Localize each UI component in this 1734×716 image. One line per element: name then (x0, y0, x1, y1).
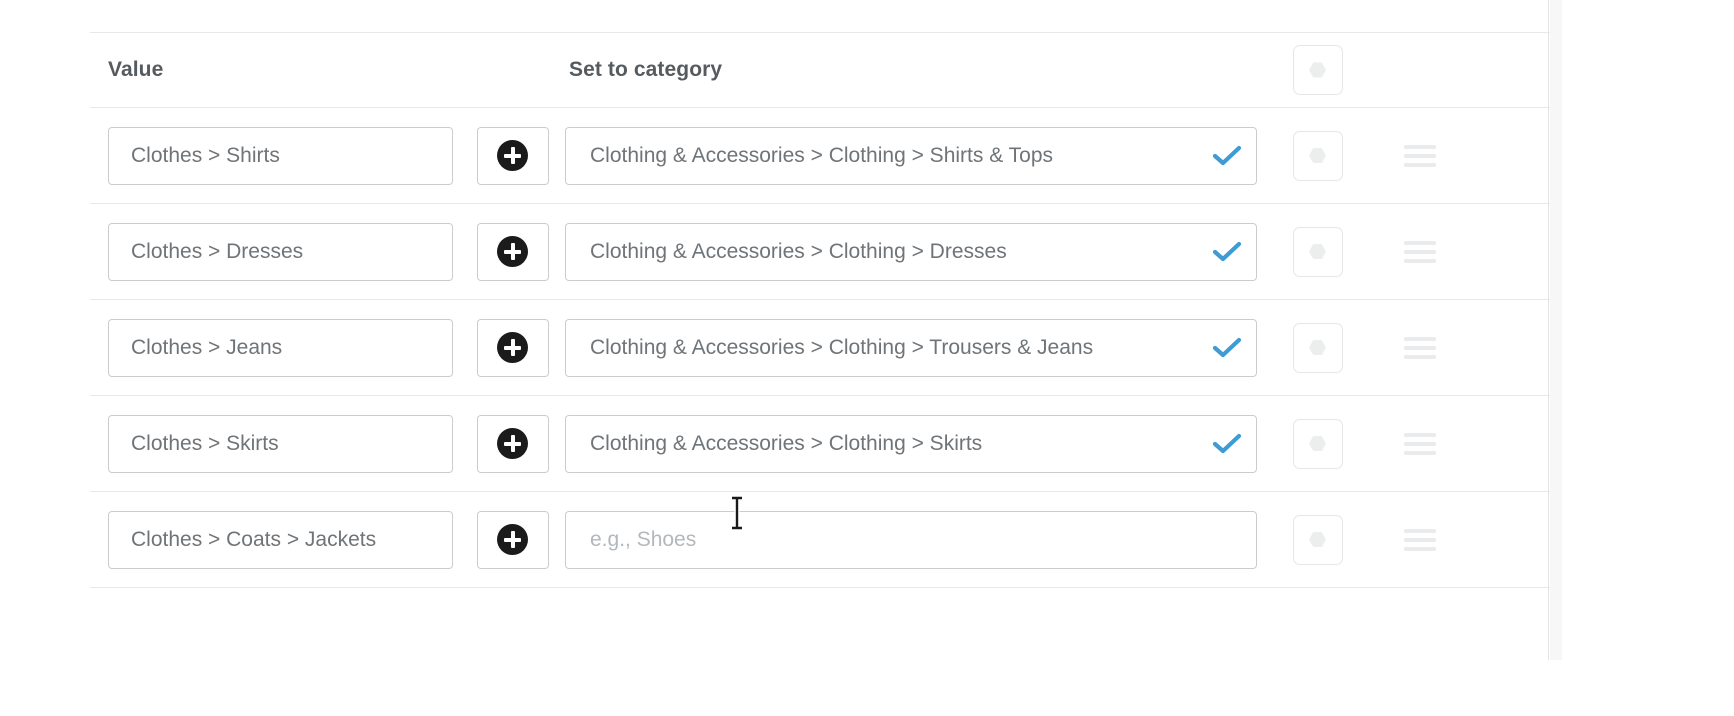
dot-hexagon-icon (1309, 244, 1326, 259)
table-row: Clothes > Jeans Clothing & Accessories >… (90, 300, 1550, 396)
row-category-cell: Clothing & Accessories > Clothing > Shir… (565, 126, 1265, 185)
row-add-cell (460, 414, 565, 473)
drag-handle-icon[interactable] (1404, 240, 1436, 263)
row-category-cell: e.g., Shoes (565, 510, 1265, 569)
table-header-row: Value Set to category (90, 33, 1550, 108)
category-mapping-panel: Value Set to category Clothes > Shirts C… (0, 0, 1562, 716)
plus-circle-icon (497, 332, 528, 363)
plus-circle-icon (497, 236, 528, 267)
dot-hexagon-icon (1309, 340, 1326, 355)
row-category-cell: Clothing & Accessories > Clothing > Trou… (565, 318, 1265, 377)
category-input[interactable]: Clothing & Accessories > Clothing > Dres… (565, 222, 1257, 281)
value-input-text: Clothes > Dresses (131, 239, 304, 263)
row-toggle-cell (1265, 322, 1370, 373)
value-input[interactable]: Clothes > Skirts (108, 414, 453, 473)
row-add-cell (460, 318, 565, 377)
value-input[interactable]: Clothes > Coats > Jackets (108, 510, 453, 569)
table-row: Clothes > Shirts Clothing & Accessories … (90, 108, 1550, 204)
table-row: Clothes > Dresses Clothing & Accessories… (90, 204, 1550, 300)
table-row: Clothes > Coats > Jackets e.g., Shoes (90, 492, 1550, 588)
table-row: Clothes > Skirts Clothing & Accessories … (90, 396, 1550, 492)
row-select-toggle-button[interactable] (1292, 130, 1343, 181)
row-handle-cell (1370, 240, 1470, 263)
row-add-cell (460, 126, 565, 185)
drag-handle-icon[interactable] (1404, 432, 1436, 455)
row-toggle-cell (1265, 226, 1370, 277)
row-handle-cell (1370, 528, 1470, 551)
mapping-table: Value Set to category Clothes > Shirts C… (90, 32, 1550, 588)
row-toggle-cell (1265, 514, 1370, 565)
row-value-cell: Clothes > Jeans (90, 318, 460, 377)
check-icon (1202, 432, 1248, 456)
category-input-text: Clothing & Accessories > Clothing > Skir… (590, 431, 983, 455)
category-input[interactable]: Clothing & Accessories > Clothing > Trou… (565, 318, 1257, 377)
value-input[interactable]: Clothes > Dresses (108, 222, 453, 281)
check-icon (1202, 240, 1248, 264)
category-input[interactable]: Clothing & Accessories > Clothing > Skir… (565, 414, 1257, 473)
value-input-text: Clothes > Coats > Jackets (131, 527, 377, 551)
row-select-toggle-button[interactable] (1292, 226, 1343, 277)
column-header-category: Set to category (569, 58, 723, 81)
category-input-placeholder: e.g., Shoes (590, 527, 697, 551)
category-input[interactable]: e.g., Shoes (565, 510, 1257, 569)
plus-circle-icon (497, 524, 528, 555)
select-all-toggle-button[interactable] (1292, 45, 1343, 95)
row-value-cell: Clothes > Shirts (90, 126, 460, 185)
drag-handle-icon[interactable] (1404, 528, 1436, 551)
drag-handle-icon[interactable] (1404, 144, 1436, 167)
vertical-scrollbar[interactable] (1550, 0, 1562, 660)
dot-hexagon-icon (1309, 436, 1326, 451)
dot-hexagon-icon (1309, 532, 1326, 547)
row-value-cell: Clothes > Dresses (90, 222, 460, 281)
value-input-text: Clothes > Skirts (131, 431, 279, 455)
row-add-cell (460, 510, 565, 569)
category-input-text: Clothing & Accessories > Clothing > Dres… (590, 239, 1007, 263)
dot-hexagon-icon (1309, 62, 1326, 78)
row-category-cell: Clothing & Accessories > Clothing > Dres… (565, 222, 1265, 281)
drag-handle-icon[interactable] (1404, 336, 1436, 359)
column-header-category-cell: Set to category (565, 58, 1265, 82)
row-select-toggle-button[interactable] (1292, 322, 1343, 373)
row-toggle-cell (1265, 130, 1370, 181)
add-value-button[interactable] (476, 126, 549, 185)
check-icon (1202, 336, 1248, 360)
plus-circle-icon (497, 140, 528, 171)
row-add-cell (460, 222, 565, 281)
row-category-cell: Clothing & Accessories > Clothing > Skir… (565, 414, 1265, 473)
value-input-text: Clothes > Jeans (131, 335, 283, 359)
row-select-toggle-button[interactable] (1292, 418, 1343, 469)
row-toggle-cell (1265, 418, 1370, 469)
column-header-toggle-cell (1265, 45, 1370, 95)
value-input-text: Clothes > Shirts (131, 143, 280, 167)
dot-hexagon-icon (1309, 148, 1326, 163)
column-header-value-cell: Value (90, 58, 460, 82)
category-input-text: Clothing & Accessories > Clothing > Trou… (590, 335, 1094, 359)
row-value-cell: Clothes > Skirts (90, 414, 460, 473)
plus-circle-icon (497, 428, 528, 459)
row-handle-cell (1370, 144, 1470, 167)
add-value-button[interactable] (476, 414, 549, 473)
add-value-button[interactable] (476, 318, 549, 377)
row-select-toggle-button[interactable] (1292, 514, 1343, 565)
column-header-value: Value (108, 58, 164, 81)
check-icon (1202, 144, 1248, 168)
row-handle-cell (1370, 432, 1470, 455)
row-value-cell: Clothes > Coats > Jackets (90, 510, 460, 569)
category-input[interactable]: Clothing & Accessories > Clothing > Shir… (565, 126, 1257, 185)
scrollbar-edge (1548, 0, 1549, 660)
add-value-button[interactable] (476, 222, 549, 281)
value-input[interactable]: Clothes > Jeans (108, 318, 453, 377)
category-input-text: Clothing & Accessories > Clothing > Shir… (590, 143, 1054, 167)
add-value-button[interactable] (476, 510, 549, 569)
value-input[interactable]: Clothes > Shirts (108, 126, 453, 185)
row-handle-cell (1370, 336, 1470, 359)
